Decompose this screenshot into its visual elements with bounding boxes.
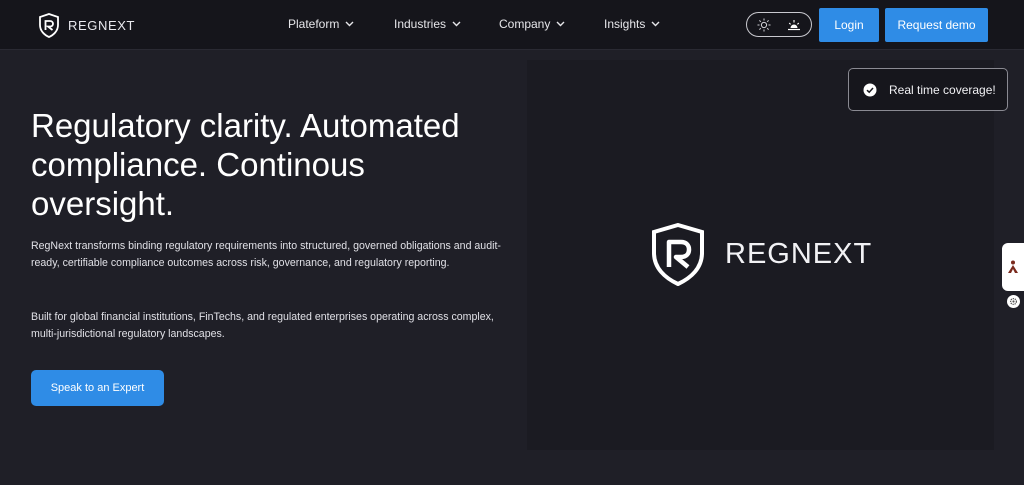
sunset-icon[interactable]: [787, 18, 801, 32]
login-button[interactable]: Login: [819, 8, 879, 42]
person-icon: [1008, 260, 1018, 273]
brand-logo[interactable]: REGNEXT: [38, 13, 135, 38]
toast-text: Real time coverage!: [889, 82, 996, 97]
showcase-logo-name: REGNEXT: [725, 238, 873, 270]
speak-to-expert-button[interactable]: Speak to an Expert: [31, 370, 164, 406]
chevron-down-icon: [556, 21, 565, 27]
menu-item-company[interactable]: Company: [499, 17, 565, 31]
hero-audience: Built for global financial institutions,…: [31, 311, 494, 340]
menu-item-insights[interactable]: Insights: [604, 17, 660, 31]
showcase-logo: REGNEXT: [651, 223, 872, 286]
brand-name: REGNEXT: [68, 18, 136, 33]
chevron-down-icon: [345, 21, 354, 27]
menu-item-label: Industries: [394, 17, 447, 31]
chevron-down-icon: [651, 21, 660, 27]
top-navbar: REGNEXT Plateform Industries Company Ins…: [0, 0, 1024, 50]
gear-icon: [1009, 297, 1018, 306]
menu-item-label: Plateform: [288, 17, 340, 31]
request-demo-button[interactable]: Request demo: [885, 8, 988, 42]
check-circle-icon: [863, 83, 877, 96]
hero-showcase: REGNEXT: [527, 60, 994, 450]
hero-description: RegNext transforms binding regulatory re…: [31, 240, 501, 269]
hero-title: Regulatory clarity. Automated compliance…: [31, 107, 460, 222]
menu-item-industries[interactable]: Industries: [394, 17, 461, 31]
settings-widget[interactable]: [1007, 295, 1020, 308]
shield-logo-icon: [652, 223, 704, 286]
theme-toggle[interactable]: [746, 12, 812, 37]
chevron-down-icon: [452, 21, 461, 27]
menu-item-plateform[interactable]: Plateform: [288, 17, 354, 31]
menu-item-label: Insights: [604, 17, 646, 31]
menu-item-label: Company: [499, 17, 551, 31]
shield-logo-icon: [39, 13, 59, 38]
side-feedback-widget[interactable]: [1002, 243, 1024, 291]
coverage-toast: Real time coverage!: [848, 68, 1008, 111]
sun-icon[interactable]: [757, 18, 771, 32]
